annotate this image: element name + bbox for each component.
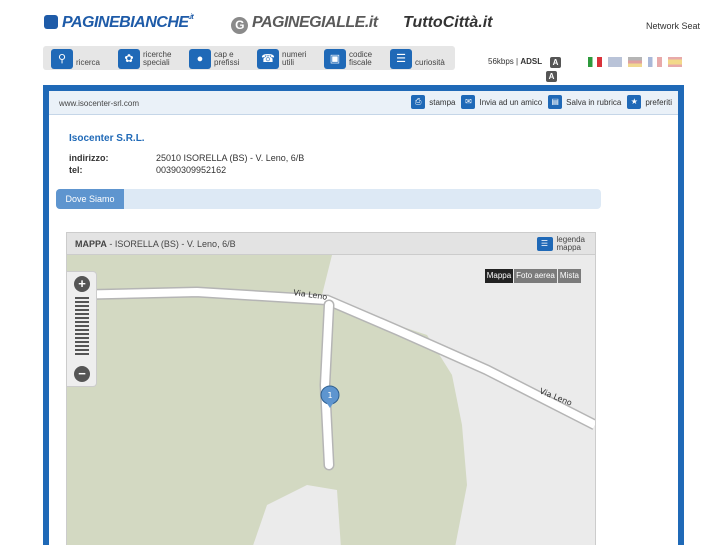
- zoom-level-bar[interactable]: [75, 309, 89, 311]
- zoom-level-bar[interactable]: [75, 317, 89, 319]
- address-book-icon: ▤: [548, 95, 563, 109]
- tab-dove-siamo[interactable]: Dove Siamo: [56, 189, 124, 209]
- card-icon: ▣: [324, 48, 346, 69]
- language-flags: [588, 57, 682, 67]
- nav-item-ricerca[interactable]: ⚲ ricerca: [51, 48, 100, 69]
- main-nav: ⚲ ricerca ✿ ricerche speciali ● cap e pr…: [43, 46, 455, 70]
- map-type-mista[interactable]: Mista: [557, 269, 581, 283]
- nav-item-ricerche-speciali[interactable]: ✿ ricerche speciali: [118, 48, 179, 69]
- globe-icon: ●: [189, 48, 211, 69]
- save-contact-button[interactable]: ▤ Salva in rubrica: [548, 95, 621, 109]
- send-friend-button[interactable]: ✉ Invia ad un amico: [461, 95, 542, 109]
- address-value: 25010 ISORELLA (BS) - V. Leno, 6/B: [156, 153, 305, 163]
- tab-bar: Dove Siamo: [56, 189, 601, 209]
- puzzle-icon: ✿: [118, 48, 140, 69]
- zoom-control: + −: [67, 271, 97, 387]
- tel-label: tel:: [69, 165, 83, 175]
- network-seat-link[interactable]: Network Seat: [646, 21, 700, 31]
- map-type-foto-aerea[interactable]: Foto aerea: [514, 269, 557, 283]
- map-header: MAPPA - ISORELLA (BS) - V. Leno, 6/B ☰ l…: [67, 233, 595, 255]
- map-title: MAPPA - ISORELLA (BS) - V. Leno, 6/B: [75, 239, 236, 249]
- zoom-level-bar[interactable]: [75, 337, 89, 339]
- toolbar-actions: ⎙ stampa ✉ Invia ad un amico ▤ Salva in rub…: [411, 95, 672, 109]
- nav-item-numeri-utili[interactable]: ☎ numeri utili: [257, 48, 312, 69]
- mail-icon: ✉: [461, 95, 476, 109]
- website-link[interactable]: www.isocenter-srl.com: [59, 99, 139, 108]
- map-type-mappa[interactable]: Mappa: [484, 269, 514, 283]
- nav-item-cap-prefissi[interactable]: ● cap e prefissi: [189, 48, 246, 69]
- flag-en-icon[interactable]: [608, 57, 622, 67]
- marker-number: 1: [327, 391, 332, 400]
- flag-fr-icon[interactable]: [648, 57, 662, 67]
- company-info: indirizzo: 25010 ISORELLA (BS) - V. Leno…: [69, 153, 304, 177]
- search-icon: ⚲: [51, 48, 73, 69]
- favorites-button[interactable]: ★ preferiti: [627, 95, 672, 109]
- zoom-level-bar[interactable]: [75, 325, 89, 327]
- zoom-level-bar[interactable]: [75, 345, 89, 347]
- map-svg: Via Leno Via Leno 1: [67, 255, 595, 545]
- tel-row: tel: 00390309952162: [69, 165, 304, 177]
- zoom-level-bar[interactable]: [75, 321, 89, 323]
- connection-speed: 56kbps | ADSL: [488, 57, 543, 66]
- tuttocitta-logo[interactable]: TuttoCittà.it: [403, 14, 492, 32]
- brand-bar: PAGINEBIANCHE.it G PAGINEGIALLE.it TuttoC…: [0, 0, 727, 44]
- map-legend-button[interactable]: ☰ legenda mappa: [536, 236, 585, 252]
- address-label: indirizzo:: [69, 153, 109, 163]
- paginegialle-logo[interactable]: G PAGINEGIALLE.it: [231, 14, 378, 34]
- speed-56kbps-link[interactable]: 56kbps: [488, 57, 514, 66]
- speed-adsl-link[interactable]: ADSL: [520, 57, 542, 66]
- flag-es-icon[interactable]: [668, 57, 682, 67]
- zoom-out-icon[interactable]: −: [74, 366, 90, 382]
- paginebianche-logo[interactable]: PAGINEBIANCHE.it: [44, 14, 194, 32]
- zoom-level-bar[interactable]: [75, 305, 89, 307]
- zoom-level-bar[interactable]: [75, 301, 89, 303]
- company-name[interactable]: Isocenter S.R.L.: [69, 133, 145, 144]
- map-type-selector: Mappa Foto aerea Mista: [484, 269, 581, 283]
- flag-it-icon[interactable]: [588, 57, 602, 67]
- nav-item-codice-fiscale[interactable]: ▣ codice fiscale: [324, 48, 379, 69]
- zoom-level-bar[interactable]: [75, 349, 89, 351]
- main-content-frame: www.isocenter-srl.com ⎙ stampa ✉ Invia ad …: [43, 85, 684, 545]
- zoom-level-bar[interactable]: [75, 353, 89, 355]
- font-decrease-icon[interactable]: A: [546, 71, 557, 82]
- paginegialle-mark-icon: G: [231, 17, 248, 34]
- nav-item-curiosita[interactable]: ☰ curiosità: [390, 48, 445, 69]
- book-icon: ☰: [390, 48, 412, 69]
- flag-de-icon[interactable]: [628, 57, 642, 67]
- map-area-light: [253, 485, 341, 545]
- zoom-level-bar[interactable]: [75, 341, 89, 343]
- zoom-in-icon[interactable]: +: [74, 276, 90, 292]
- zoom-level-bar[interactable]: [75, 333, 89, 335]
- map-canvas[interactable]: Via Leno Via Leno 1 Mappa Foto aerea Mis…: [67, 255, 595, 545]
- phone-icon: ☎: [257, 48, 279, 69]
- map-panel: MAPPA - ISORELLA (BS) - V. Leno, 6/B ☰ l…: [66, 232, 596, 545]
- zoom-level-bar[interactable]: [75, 329, 89, 331]
- print-button[interactable]: ⎙ stampa: [411, 95, 455, 109]
- print-icon: ⎙: [411, 95, 426, 109]
- font-increase-icon[interactable]: A: [550, 57, 561, 68]
- zoom-level-bar[interactable]: [75, 313, 89, 315]
- zoom-level-bar[interactable]: [75, 297, 89, 299]
- list-icon: ☰: [536, 237, 553, 251]
- road-side: [320, 301, 333, 469]
- star-icon: ★: [627, 95, 642, 109]
- paginebianche-mark-icon: [44, 15, 58, 29]
- toolbar: www.isocenter-srl.com ⎙ stampa ✉ Invia ad …: [49, 91, 678, 115]
- tel-value: 00390309952162: [156, 165, 227, 175]
- address-row: indirizzo: 25010 ISORELLA (BS) - V. Leno…: [69, 153, 304, 165]
